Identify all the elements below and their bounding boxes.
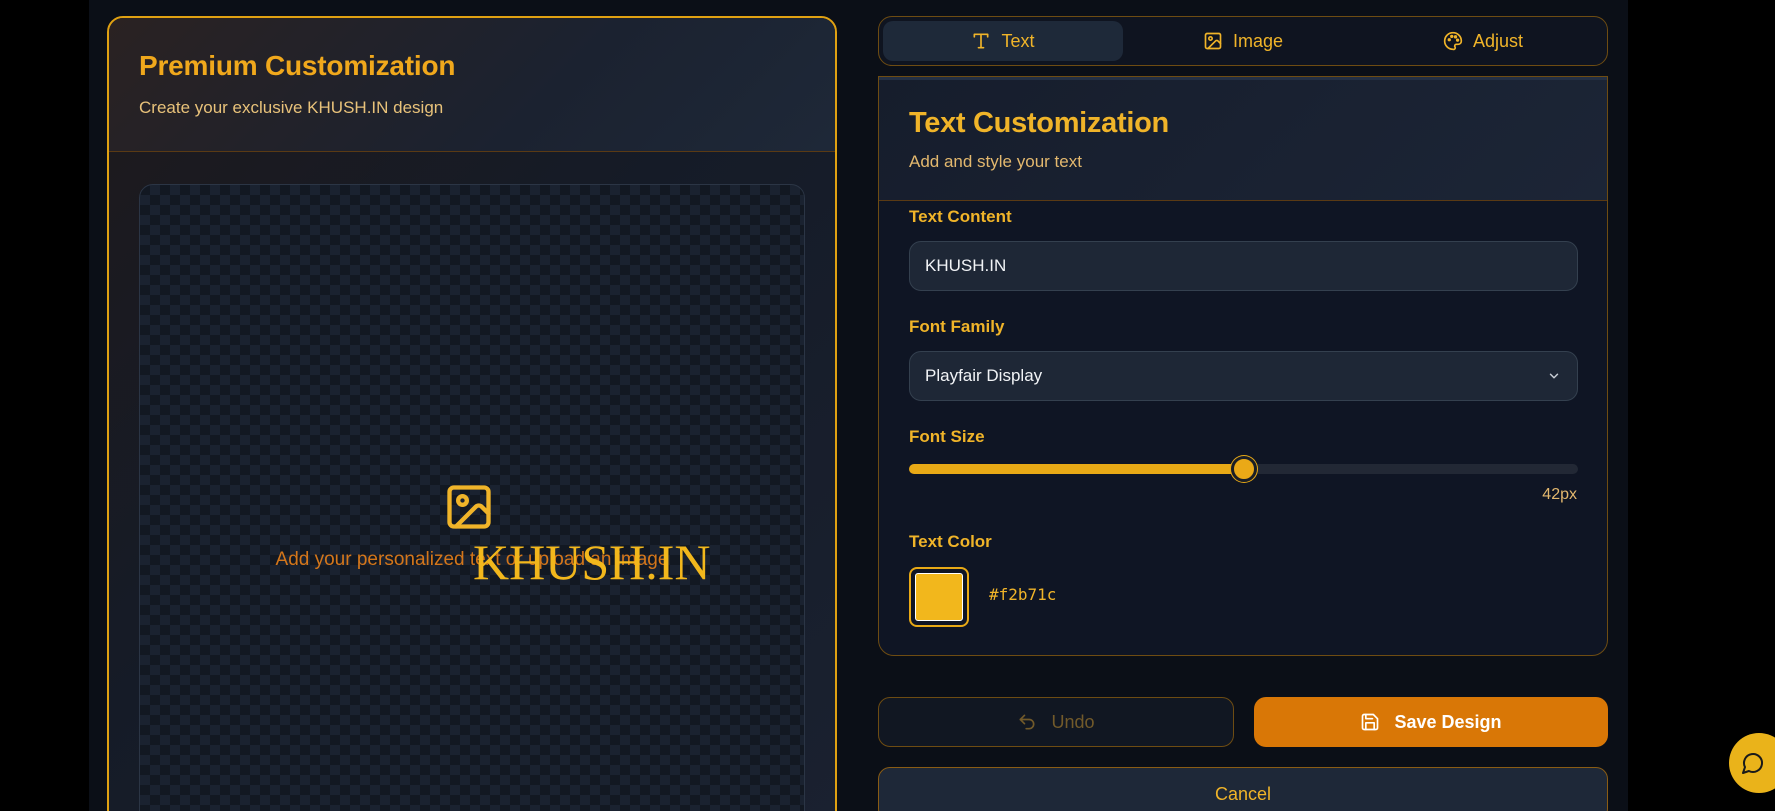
preview-text[interactable]: KHUSH.IN: [473, 533, 711, 591]
chat-icon: [1742, 753, 1763, 774]
undo-label: Undo: [1051, 711, 1095, 732]
tab-text[interactable]: Text: [883, 21, 1123, 61]
preview-subtitle: Create your exclusive KHUSH.IN design: [139, 98, 444, 117]
color-hex-value: #f2b71c: [989, 585, 1057, 604]
cancel-label: Cancel: [1214, 783, 1272, 804]
tab-image-label: Image: [1232, 30, 1284, 51]
save-design-label: Save Design: [1394, 711, 1502, 732]
undo-icon: [1019, 714, 1035, 730]
text-color-label: Text Color: [909, 532, 992, 551]
tab-adjust[interactable]: Adjust: [1363, 21, 1603, 61]
save-design-button[interactable]: Save Design: [1254, 697, 1608, 747]
panel-subtitle: Add and style your text: [909, 152, 1082, 171]
tab-text-label: Text: [1001, 30, 1035, 51]
font-family-value: Playfair Display: [925, 366, 1043, 385]
design-canvas[interactable]: Add your personalized text or upload an …: [139, 184, 805, 811]
font-size-slider-fill: [909, 464, 1244, 474]
text-content-label: Text Content: [909, 207, 1012, 226]
image-icon: [1204, 32, 1222, 50]
text-icon: [973, 33, 989, 49]
font-family-label: Font Family: [909, 317, 1005, 336]
font-family-select[interactable]: Playfair Display: [909, 351, 1578, 401]
image-icon: [447, 485, 491, 529]
tab-adjust-label: Adjust: [1472, 30, 1524, 51]
text-content-input[interactable]: KHUSH.IN: [909, 241, 1578, 291]
color-swatch[interactable]: [909, 567, 969, 627]
undo-button[interactable]: Undo: [878, 697, 1234, 747]
customization-tabs: Text Image Adjust: [878, 16, 1608, 66]
font-size-slider[interactable]: [909, 456, 1578, 482]
preview-title: Premium Customization: [139, 50, 456, 81]
panel-header: Text Customization Add and style your te…: [879, 77, 1607, 201]
panel-title: Text Customization: [909, 107, 1169, 139]
preview-card-header: Premium Customization Create your exclus…: [109, 18, 835, 152]
font-size-label: Font Size: [909, 427, 985, 446]
save-icon: [1362, 713, 1379, 731]
color-swatch-fill: [915, 573, 963, 621]
chevron-down-icon: [1549, 373, 1559, 379]
font-size-slider-thumb[interactable]: [1230, 456, 1257, 482]
chat-button[interactable]: [1729, 733, 1775, 793]
text-content-value: KHUSH.IN: [925, 256, 1007, 275]
palette-icon: [1443, 31, 1463, 51]
panel-top-border: [879, 77, 1607, 80]
cancel-button[interactable]: Cancel: [878, 767, 1608, 811]
tab-image[interactable]: Image: [1123, 21, 1363, 61]
font-size-value: 42px: [1542, 486, 1577, 503]
text-customization-panel: Text Customization Add and style your te…: [878, 76, 1608, 656]
preview-card: Premium Customization Create your exclus…: [107, 16, 837, 811]
